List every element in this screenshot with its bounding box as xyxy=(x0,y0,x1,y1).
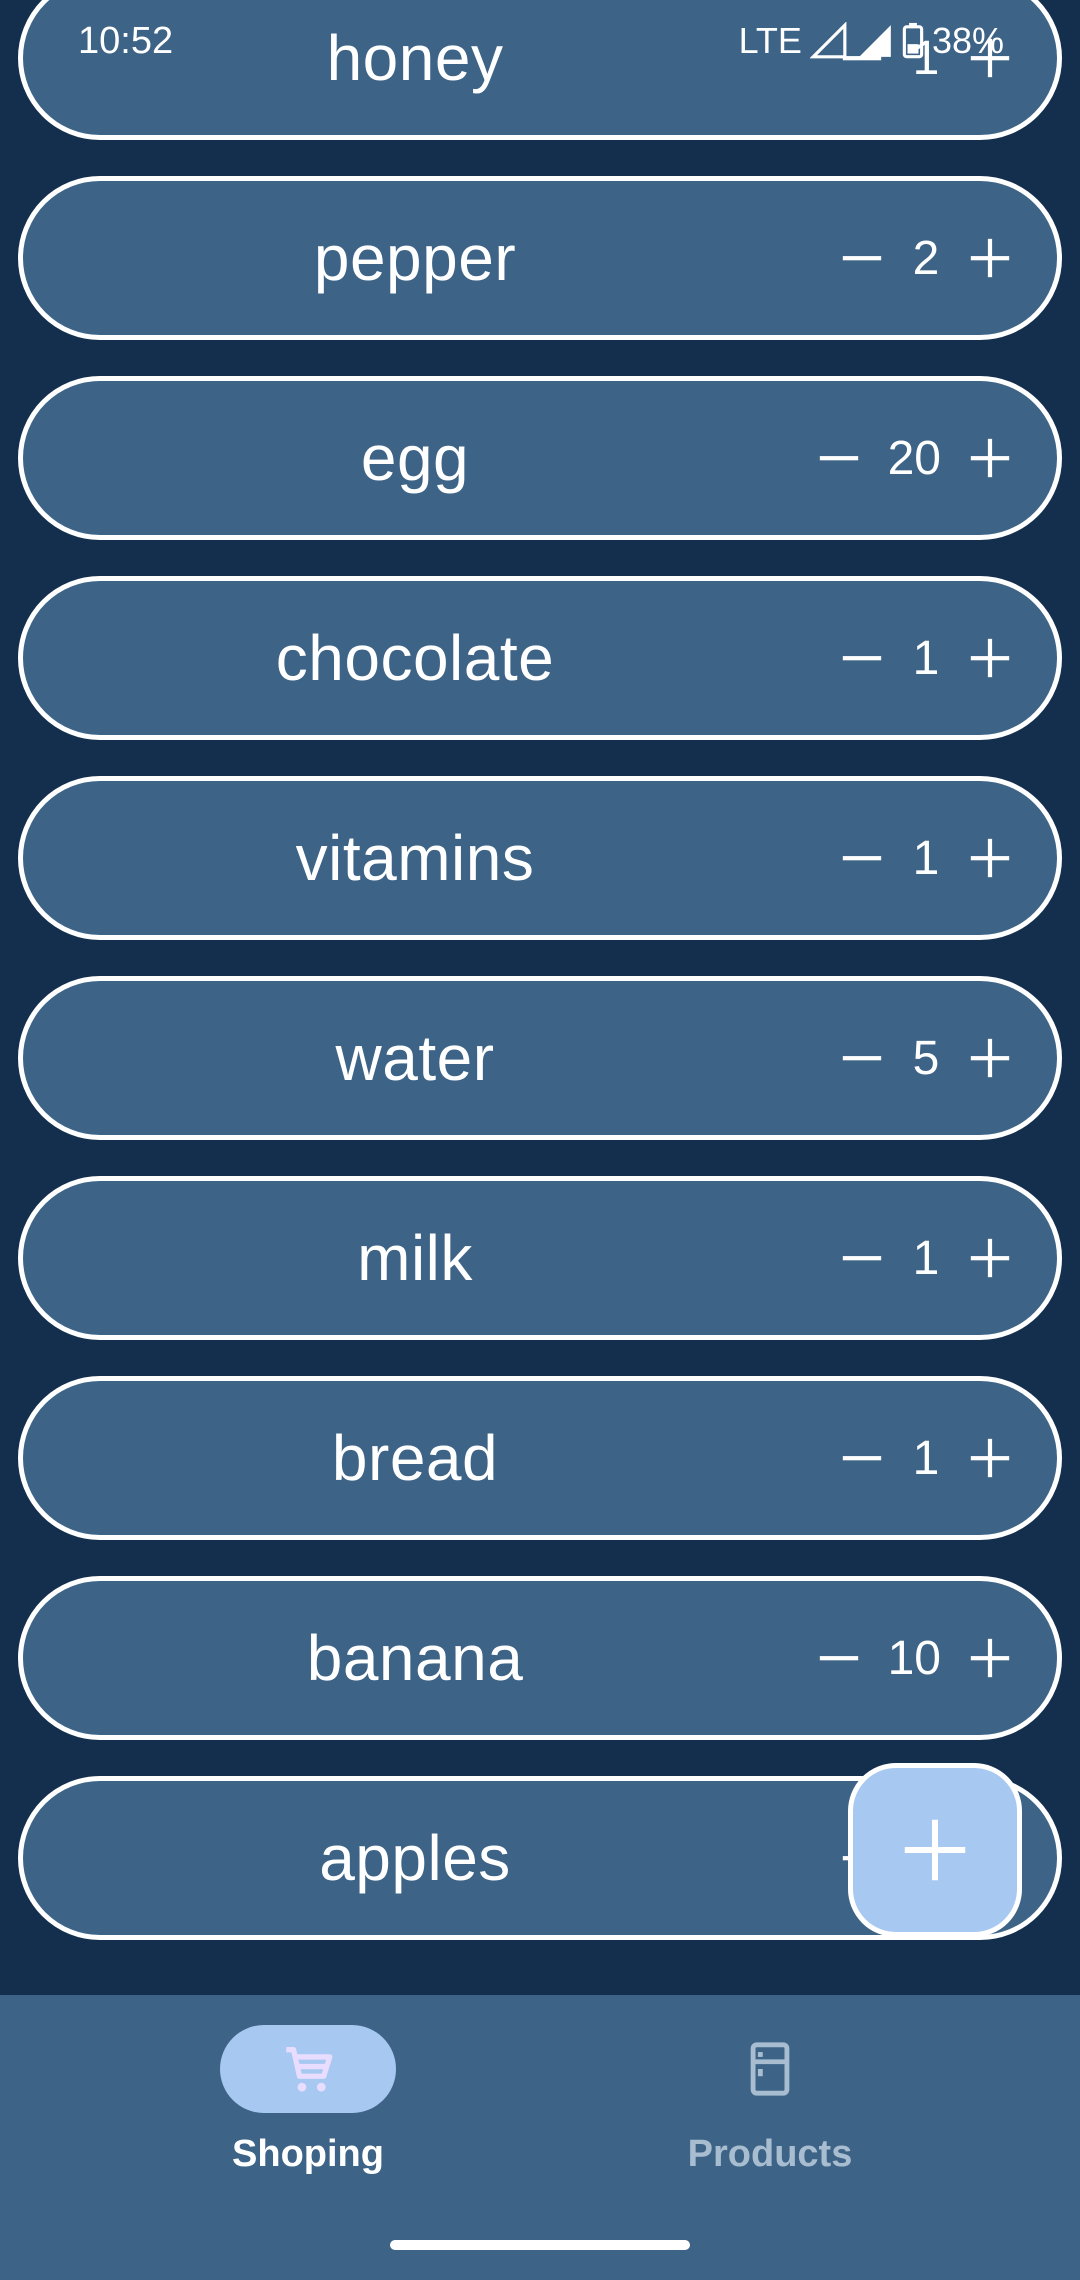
plus-icon xyxy=(970,1238,1010,1278)
item-quantity: 2 xyxy=(912,231,940,285)
increase-button[interactable] xyxy=(963,1231,1017,1285)
item-quantity: 1 xyxy=(912,631,940,685)
plus-icon xyxy=(970,38,1010,78)
item-name: banana xyxy=(306,1622,524,1694)
item-name: honey xyxy=(326,22,504,94)
plus-icon xyxy=(970,838,1010,878)
increase-button[interactable] xyxy=(963,1031,1017,1085)
quantity-stepper: 10 xyxy=(812,1581,1017,1735)
item-name: bread xyxy=(331,1422,499,1494)
minus-icon xyxy=(842,1056,882,1061)
item-name: milk xyxy=(357,1222,473,1294)
minus-icon xyxy=(819,456,858,461)
increase-button[interactable] xyxy=(963,231,1017,285)
item-name: pepper xyxy=(313,222,517,294)
list-item[interactable]: bread 1 xyxy=(18,1376,1062,1540)
list-item[interactable]: milk 1 xyxy=(18,1176,1062,1340)
shopping-cart-icon xyxy=(286,2047,333,2092)
plus-icon xyxy=(904,1819,966,1881)
fridge-icon xyxy=(750,2042,790,2096)
list-item[interactable]: banana 10 xyxy=(18,1576,1062,1740)
decrease-button[interactable] xyxy=(835,31,889,85)
quantity-stepper: 1 xyxy=(835,0,1017,135)
nav-item-shopping[interactable]: Shoping xyxy=(128,2025,488,2185)
plus-icon xyxy=(970,638,1010,678)
increase-button[interactable] xyxy=(963,431,1017,485)
nav-label-shopping: Shoping xyxy=(232,2133,384,2175)
decrease-button[interactable] xyxy=(812,431,866,485)
list-item[interactable]: egg 20 xyxy=(18,376,1062,540)
list-item[interactable]: water 5 xyxy=(18,976,1062,1140)
item-name: water xyxy=(335,1022,495,1094)
decrease-button[interactable] xyxy=(812,1631,866,1685)
minus-icon xyxy=(842,856,882,861)
item-quantity: 5 xyxy=(912,1031,940,1085)
quantity-stepper: 1 xyxy=(835,1381,1017,1535)
add-item-button[interactable] xyxy=(848,1763,1022,1937)
minus-icon xyxy=(842,56,882,61)
list-item[interactable]: chocolate 1 xyxy=(18,576,1062,740)
increase-button[interactable] xyxy=(963,831,1017,885)
home-indicator[interactable] xyxy=(390,2240,690,2250)
minus-icon xyxy=(842,1256,882,1261)
nav-label-products: Products xyxy=(687,2133,853,2175)
increase-button[interactable] xyxy=(963,31,1017,85)
quantity-stepper: 1 xyxy=(835,781,1017,935)
plus-icon xyxy=(970,438,1010,478)
plus-icon xyxy=(970,1638,1010,1678)
item-quantity: 20 xyxy=(887,431,941,485)
item-quantity: 1 xyxy=(912,1431,940,1485)
quantity-stepper: 1 xyxy=(835,1181,1017,1335)
item-quantity: 1 xyxy=(912,31,940,85)
item-quantity: 1 xyxy=(912,1231,940,1285)
quantity-stepper: 5 xyxy=(835,981,1017,1135)
plus-icon xyxy=(970,238,1010,278)
list-item[interactable]: honey 1 xyxy=(18,0,1062,140)
nav-pill-active xyxy=(220,2025,396,2113)
increase-button[interactable] xyxy=(963,1431,1017,1485)
quantity-stepper: 2 xyxy=(835,181,1017,335)
decrease-button[interactable] xyxy=(835,1031,889,1085)
minus-icon xyxy=(842,256,882,261)
decrease-button[interactable] xyxy=(835,831,889,885)
item-name: vitamins xyxy=(295,822,535,894)
decrease-button[interactable] xyxy=(835,1231,889,1285)
list-item[interactable]: vitamins 1 xyxy=(18,776,1062,940)
item-quantity: 1 xyxy=(912,831,940,885)
item-name: egg xyxy=(360,422,470,494)
decrease-button[interactable] xyxy=(835,231,889,285)
quantity-stepper: 1 xyxy=(835,581,1017,735)
list-item[interactable]: pepper 2 xyxy=(18,176,1062,340)
item-name: apples xyxy=(319,1822,511,1894)
bottom-navigation: Shoping Products xyxy=(0,1995,1080,2280)
minus-icon xyxy=(842,1456,882,1461)
item-quantity: 10 xyxy=(887,1631,941,1685)
plus-icon xyxy=(970,1038,1010,1078)
decrease-button[interactable] xyxy=(835,631,889,685)
decrease-button[interactable] xyxy=(835,1431,889,1485)
quantity-stepper: 20 xyxy=(812,381,1017,535)
nav-item-products[interactable]: Products xyxy=(590,2025,950,2185)
increase-button[interactable] xyxy=(963,631,1017,685)
minus-icon xyxy=(819,1656,858,1661)
nav-pill xyxy=(682,2025,858,2113)
increase-button[interactable] xyxy=(963,1631,1017,1685)
plus-icon xyxy=(970,1438,1010,1478)
shopping-list[interactable]: honey 1 pepper 2 egg 20 chocolate 1 vita… xyxy=(0,0,1080,1995)
minus-icon xyxy=(842,656,882,661)
item-name: chocolate xyxy=(275,622,555,694)
